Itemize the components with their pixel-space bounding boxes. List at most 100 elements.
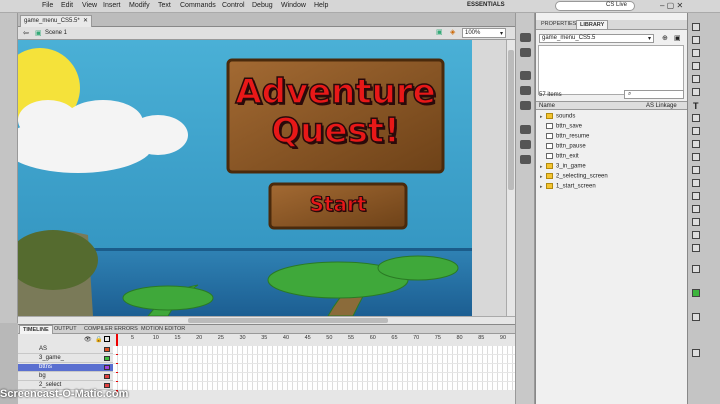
- tab-output[interactable]: OUTPUT: [51, 325, 80, 334]
- horizontal-scrollbar[interactable]: [18, 316, 515, 324]
- zoom-select[interactable]: 100% ▾: [462, 28, 506, 38]
- menu-window[interactable]: Window: [281, 2, 306, 9]
- layer-color-swatch[interactable]: [104, 374, 110, 379]
- components-icon[interactable]: [520, 125, 531, 134]
- stage[interactable]: Adventure Quest! Start: [18, 40, 472, 316]
- rectangle-tool-icon[interactable]: [692, 127, 700, 135]
- paint-bucket-icon[interactable]: [692, 192, 700, 200]
- back-arrow-icon[interactable]: ⇦: [23, 29, 29, 37]
- timeline-layer[interactable]: AS: [18, 346, 515, 354]
- menu-file[interactable]: File: [42, 2, 53, 9]
- layer-frames[interactable]: [113, 346, 515, 354]
- layer-frames[interactable]: [113, 382, 515, 390]
- menu-insert[interactable]: Insert: [103, 2, 121, 9]
- library-item[interactable]: ▸ sounds: [540, 113, 685, 123]
- swatches-icon[interactable]: [520, 48, 531, 57]
- tab-compiler-errors[interactable]: COMPILER ERRORS: [81, 325, 141, 334]
- scroll-thumb[interactable]: [508, 50, 514, 190]
- deco-tool-icon[interactable]: [692, 166, 700, 174]
- col-linkage[interactable]: AS Linkage: [646, 103, 677, 109]
- snap-to-objects-icon[interactable]: [692, 349, 700, 357]
- document-tab[interactable]: game_menu_CS5.5* ✕: [20, 15, 92, 27]
- tab-properties[interactable]: PROPERTIES: [538, 20, 579, 29]
- outline-icon[interactable]: [104, 336, 110, 342]
- scroll-thumb-h[interactable]: [188, 318, 388, 323]
- edit-scene-icon[interactable]: ▣: [436, 28, 443, 36]
- subselection-tool-icon[interactable]: [692, 36, 700, 44]
- layer-name[interactable]: bttns: [39, 364, 52, 370]
- zoom-value: 100%: [465, 30, 481, 36]
- layer-color-swatch[interactable]: [104, 356, 110, 361]
- library-item[interactable]: ▸ 1_start_screen: [540, 183, 685, 193]
- library-item[interactable]: ▸ 2_selecting_screen: [540, 173, 685, 183]
- layer-frames[interactable]: [113, 355, 515, 363]
- motion-presets-icon[interactable]: [520, 140, 531, 149]
- library-item[interactable]: ▸ 3_in_game: [540, 163, 685, 173]
- library-item[interactable]: bttn_exit: [540, 153, 685, 163]
- bone-tool-icon[interactable]: [692, 179, 700, 187]
- align-icon[interactable]: [520, 71, 531, 80]
- start-button[interactable]: Start: [270, 192, 406, 217]
- eye-icon[interactable]: 👁: [84, 336, 92, 343]
- layer-color-swatch[interactable]: [104, 347, 110, 352]
- layer-frames[interactable]: [113, 373, 515, 381]
- stroke-color-icon[interactable]: [692, 265, 700, 273]
- close-icon[interactable]: ✕: [83, 17, 88, 24]
- layer-name[interactable]: 3_game_: [39, 355, 64, 361]
- zoom-tool-icon[interactable]: [692, 244, 700, 252]
- brush-tool-icon[interactable]: [692, 153, 700, 161]
- library-item[interactable]: bttn_pause: [540, 143, 685, 153]
- library-item[interactable]: bttn_save: [540, 123, 685, 133]
- transform-icon[interactable]: [520, 101, 531, 110]
- cs-live-button[interactable]: CS Live: [606, 2, 627, 8]
- timeline-layer[interactable]: bg: [18, 373, 515, 381]
- color-panel-icon[interactable]: [520, 33, 531, 42]
- window-controls[interactable]: – ▢ ✕: [660, 1, 683, 10]
- pin-icon[interactable]: ⊕: [662, 34, 668, 42]
- workspace-switcher[interactable]: ESSENTIALS: [467, 2, 505, 8]
- pencil-tool-icon[interactable]: [692, 140, 700, 148]
- free-transform-icon[interactable]: [692, 49, 700, 57]
- tab-timeline[interactable]: TIMELINE: [19, 325, 53, 334]
- info-icon[interactable]: [520, 86, 531, 95]
- menu-edit[interactable]: Edit: [61, 2, 73, 9]
- menu-debug[interactable]: Debug: [252, 2, 273, 9]
- tab-motion-editor[interactable]: MOTION EDITOR: [138, 325, 188, 334]
- swap-colors-icon[interactable]: [692, 313, 700, 321]
- ruler-tick-label: 60: [369, 335, 376, 341]
- timeline-layer[interactable]: bttns: [18, 364, 515, 372]
- code-snippets-icon[interactable]: [520, 155, 531, 164]
- eraser-icon[interactable]: [692, 218, 700, 226]
- library-doc-select[interactable]: game_menu_CS5.5 ▾: [539, 34, 654, 43]
- layer-name[interactable]: AS: [39, 346, 47, 352]
- library-item[interactable]: bttn_resume: [540, 133, 685, 143]
- timeline-layer[interactable]: 3_game_: [18, 355, 515, 363]
- text-tool-icon[interactable]: T: [693, 101, 699, 111]
- layer-name[interactable]: bg: [39, 373, 46, 379]
- library-item-count: 57 items: [539, 92, 562, 98]
- selection-tool-icon[interactable]: [692, 23, 700, 31]
- new-library-icon[interactable]: ▣: [674, 34, 681, 42]
- lock-icon[interactable]: 🔒: [95, 336, 102, 343]
- menu-modify[interactable]: Modify: [129, 2, 150, 9]
- 3d-rotation-icon[interactable]: [692, 62, 700, 70]
- menu-view[interactable]: View: [82, 2, 97, 9]
- menu-control[interactable]: Control: [222, 2, 245, 9]
- menu-help[interactable]: Help: [314, 2, 328, 9]
- layer-frames[interactable]: [113, 364, 515, 372]
- vertical-scrollbar[interactable]: [506, 40, 515, 316]
- library-search-input[interactable]: ⌕: [624, 90, 684, 99]
- frame-ruler[interactable]: 5 10 15 20 25 30 35 40 45 50 55 60 65 70 75 80 85 90: [113, 334, 515, 344]
- col-name[interactable]: Name: [539, 103, 555, 109]
- menu-text[interactable]: Text: [158, 2, 171, 9]
- layer-color-swatch[interactable]: [104, 365, 110, 370]
- tab-library[interactable]: LIBRARY: [576, 20, 609, 29]
- hand-tool-icon[interactable]: [692, 231, 700, 239]
- lasso-icon[interactable]: [692, 75, 700, 83]
- eyedropper-icon[interactable]: [692, 205, 700, 213]
- pen-tool-icon[interactable]: [692, 88, 700, 96]
- edit-symbols-icon[interactable]: ◈: [450, 28, 455, 36]
- menu-commands[interactable]: Commands: [180, 2, 216, 9]
- line-tool-icon[interactable]: [692, 114, 700, 122]
- fill-color-icon[interactable]: [692, 289, 700, 297]
